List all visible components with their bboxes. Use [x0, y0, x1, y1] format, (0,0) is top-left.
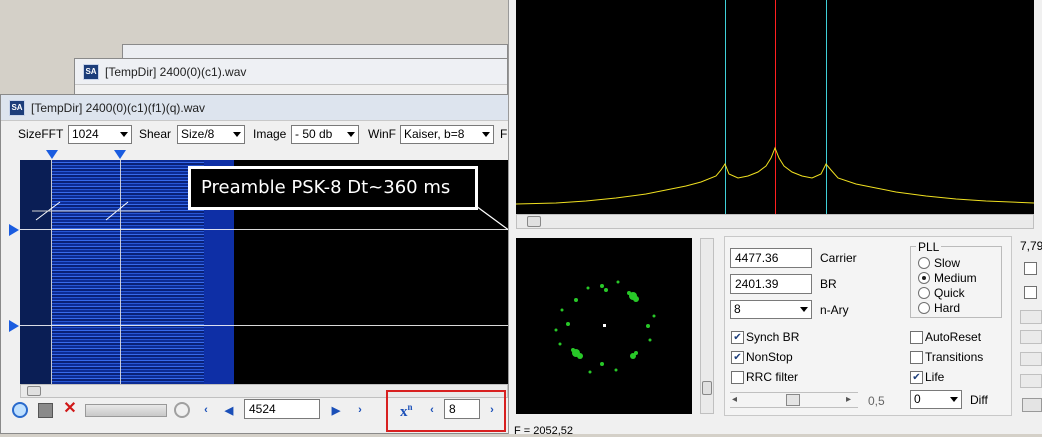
pll-slow-radio[interactable] — [918, 257, 930, 269]
slider-right-icon[interactable]: ▸ — [846, 394, 851, 405]
position-field[interactable]: 4524 — [244, 399, 320, 419]
life-checkbox[interactable]: ✔ — [910, 371, 923, 384]
br-label: BR — [820, 277, 837, 291]
f-label: F — [500, 127, 508, 141]
nary-select[interactable]: 8 — [730, 300, 812, 319]
pll-quick-radio[interactable] — [918, 287, 930, 299]
sizefft-label: SizeFFT — [18, 127, 64, 141]
pll-medium-radio[interactable] — [918, 272, 930, 284]
partial-spinner[interactable] — [1020, 374, 1042, 388]
life-label: Life — [925, 370, 945, 384]
power-symbol: x — [400, 404, 408, 420]
chevron-down-icon — [233, 132, 241, 137]
carrier-label: Carrier — [820, 251, 857, 265]
transitions-checkbox[interactable] — [910, 351, 923, 364]
disabled-icon — [174, 402, 190, 418]
delete-marker-icon[interactable]: ✕ — [61, 400, 79, 418]
power-decrease-button[interactable]: ‹ — [424, 401, 440, 419]
step-back-button[interactable]: ‹ — [198, 401, 214, 419]
slider-value: 0,5 — [868, 394, 885, 408]
winf-label: WinF — [368, 127, 396, 141]
zoom-icon[interactable] — [12, 402, 28, 418]
chevron-down-icon — [950, 397, 958, 402]
scroll-thumb[interactable] — [27, 386, 41, 396]
shear-label: Shear — [139, 127, 172, 141]
gain-slider[interactable]: ◂ ▸ — [730, 392, 858, 408]
partial-value: 7,79 — [1020, 239, 1042, 253]
autoreset-label: AutoReset — [925, 330, 982, 344]
image-select[interactable]: - 50 db — [291, 125, 359, 144]
annotation-box: Preamble PSK-8 Dt~360 ms — [188, 166, 478, 210]
scroll-thumb[interactable] — [527, 216, 541, 227]
app-logo-icon: SA — [9, 99, 25, 116]
diff-label: Diff — [970, 393, 988, 407]
window-title: [TempDir] 2400(0)(c1).wav — [105, 64, 247, 79]
nonstop-checkbox[interactable]: ✔ — [731, 351, 744, 364]
pll-option-label: Quick — [934, 286, 965, 300]
window-title: [TempDir] 2400(0)(c1)(f1)(q).wav — [31, 100, 206, 115]
rrc-filter-checkbox[interactable] — [731, 371, 744, 384]
chevron-down-icon — [120, 132, 128, 137]
synch-br-checkbox[interactable]: ✔ — [731, 331, 744, 344]
pll-option-label: Medium — [934, 271, 977, 285]
frequency-readout: F = 2052,52 — [514, 425, 574, 437]
nonstop-label: NonStop — [746, 350, 793, 364]
play-back-button[interactable]: ◀ — [221, 401, 237, 419]
power-exponent: n — [407, 402, 413, 412]
rrc-filter-label: RRC filter — [746, 370, 799, 384]
constellation-scrollbar[interactable] — [700, 238, 714, 414]
pll-title: PLL — [916, 240, 942, 254]
image-label: Image — [253, 127, 287, 141]
spectrum-trace — [516, 146, 1034, 205]
carrier-field[interactable]: 4477.36 — [730, 248, 812, 268]
partial-spinner[interactable] — [1020, 330, 1042, 344]
marker-triangle-icon[interactable] — [9, 320, 19, 332]
constellation-view[interactable] — [516, 238, 692, 414]
winf-select[interactable]: Kaiser, b=8 — [400, 125, 494, 144]
play-forward-button[interactable]: ▶ — [328, 401, 344, 419]
pll-option-label: Hard — [934, 301, 961, 315]
autoreset-checkbox[interactable] — [910, 331, 923, 344]
scroll-thumb[interactable] — [702, 381, 712, 395]
spectrum-view[interactable] — [516, 0, 1034, 214]
chevron-down-icon — [800, 307, 808, 312]
pll-option-label: Slow — [934, 256, 961, 270]
spectrum-scrollbar[interactable] — [516, 214, 1034, 229]
app-logo-icon: SA — [83, 63, 99, 80]
partial-spinner[interactable] — [1020, 310, 1042, 324]
step-forward-button[interactable]: › — [352, 401, 368, 419]
slider-left-icon[interactable]: ◂ — [732, 394, 737, 405]
marker-triangle-icon[interactable] — [9, 224, 19, 236]
marker-triangle-icon[interactable] — [46, 150, 58, 159]
power-increase-button[interactable]: › — [484, 401, 500, 419]
constellation-points — [554, 280, 656, 374]
br-field[interactable]: 2401.39 — [730, 274, 812, 294]
diff-select[interactable]: 0 — [910, 390, 962, 409]
synch-br-label: Synch BR — [746, 330, 800, 344]
power-button[interactable]: xn — [400, 402, 413, 421]
partial-button[interactable] — [1022, 398, 1042, 412]
power-field[interactable]: 8 — [444, 399, 480, 419]
shear-select[interactable]: Size/8 — [177, 125, 245, 144]
partial-checkbox-a[interactable] — [1024, 262, 1037, 275]
marker-triangle-icon[interactable] — [114, 150, 126, 159]
slider-thumb[interactable] — [786, 394, 800, 406]
nary-label: n-Ary — [820, 303, 849, 317]
transitions-label: Transitions — [925, 350, 984, 364]
chevron-down-icon — [347, 132, 355, 137]
stop-square-icon[interactable] — [38, 403, 53, 418]
progress-slider[interactable] — [85, 404, 167, 417]
sizefft-select[interactable]: 1024 — [68, 125, 132, 144]
partial-checkbox-b[interactable] — [1024, 286, 1037, 299]
chevron-down-icon — [482, 132, 490, 137]
pll-hard-radio[interactable] — [918, 302, 930, 314]
annotation-text: Preamble PSK-8 Dt~360 ms — [191, 169, 475, 207]
partial-spinner[interactable] — [1020, 352, 1042, 366]
